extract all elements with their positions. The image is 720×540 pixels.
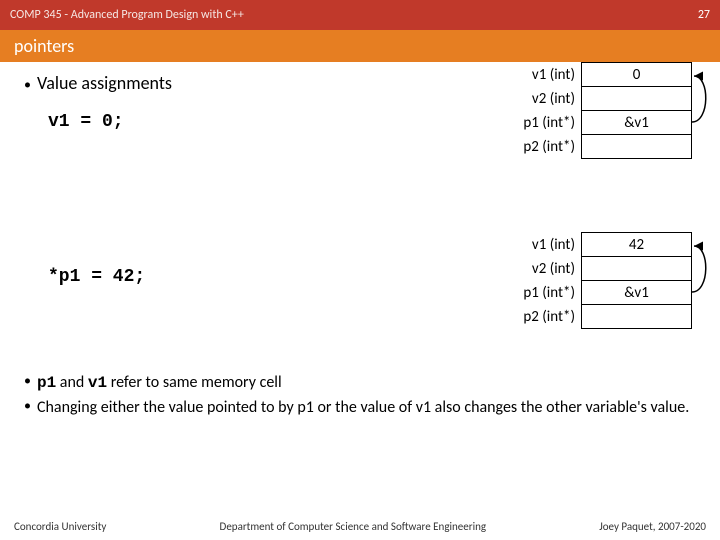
text-span: refer to same memory cell [107, 373, 282, 392]
section-assign-p1: *p1 = 42; [24, 267, 145, 287]
subheader-title: pointers [14, 35, 74, 57]
bullet-dot-icon: • [24, 76, 31, 93]
page-number: 27 [698, 8, 710, 22]
course-title: COMP 345 - Advanced Program Design with … [10, 8, 244, 22]
pointer-arrow-icon [510, 232, 720, 342]
code-inline: p1 [37, 374, 56, 392]
subheader-bar: pointers [0, 30, 720, 62]
bullet-dot-icon: • [24, 397, 31, 419]
memory-diagram-2: v1 (int)42 v2 (int) p1 (int*)&v1 p2 (int… [510, 232, 693, 329]
footer-bar: Concordia University Department of Compu… [0, 512, 720, 540]
heading-text: Value assignments [37, 72, 172, 94]
bullet-heading: • Value assignments [24, 72, 172, 94]
footer-left: Concordia University [14, 520, 106, 533]
code-inline: v1 [88, 374, 107, 392]
slide: COMP 345 - Advanced Program Design with … [0, 0, 720, 540]
pointer-arrow-icon [510, 62, 720, 172]
footer-center: Department of Computer Science and Softw… [220, 520, 487, 533]
note-row: • p1 and v1 refer to same memory cell [24, 372, 700, 395]
note-text: p1 and v1 refer to same memory cell [37, 372, 700, 395]
notes-block: • p1 and v1 refer to same memory cell • … [24, 372, 700, 420]
text-span: and [56, 373, 88, 392]
code-v1: v1 = 0; [48, 112, 172, 132]
memory-diagram-1: v1 (int)0 v2 (int) p1 (int*)&v1 p2 (int*… [510, 62, 693, 159]
code-p1: *p1 = 42; [48, 267, 145, 287]
bullet-dot-icon: • [24, 372, 31, 395]
header-bar: COMP 345 - Advanced Program Design with … [0, 0, 720, 30]
section-assign-v1: • Value assignments v1 = 0; [24, 72, 172, 132]
note-text: Changing either the value pointed to by … [37, 397, 700, 419]
note-row: • Changing either the value pointed to b… [24, 397, 700, 419]
footer-right: Joey Paquet, 2007-2020 [599, 520, 706, 533]
slide-body: • Value assignments v1 = 0; v1 (int)0 v2 … [0, 62, 720, 512]
